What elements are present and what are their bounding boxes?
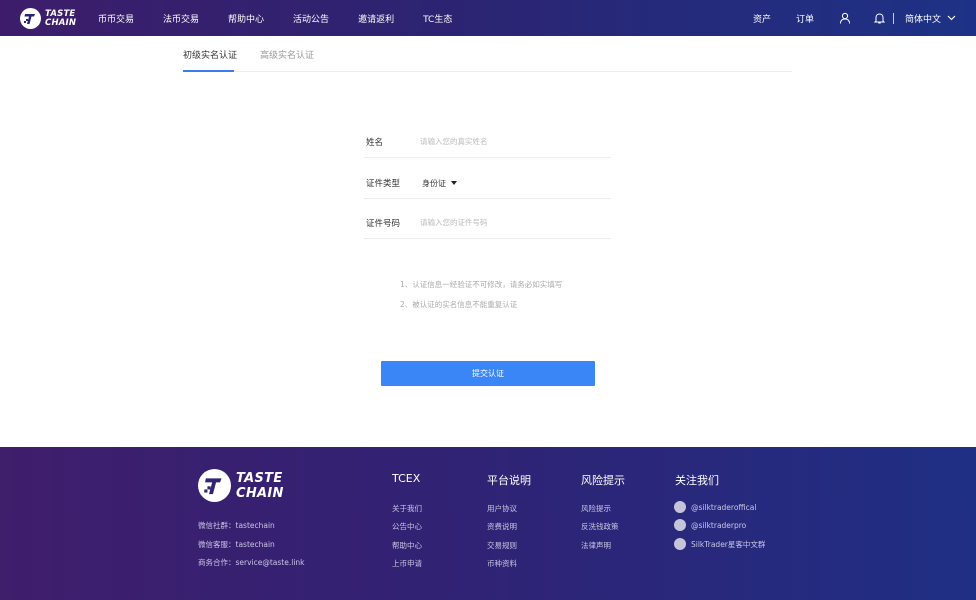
footer-link-coin-info[interactable]: 币种资料: [487, 558, 517, 569]
caret-down-icon[interactable]: [451, 181, 457, 185]
logo-mark-icon: [20, 8, 41, 29]
chevron-down-icon: [947, 15, 956, 21]
id-type-row: 证件类型 身份证: [364, 171, 611, 199]
footer-brand-logo[interactable]: TASTE CHAIN: [198, 469, 284, 502]
nav-item-tc-ecosystem[interactable]: TC生态: [423, 12, 452, 25]
footer-brand-line-2: CHAIN: [236, 485, 284, 501]
social-link-offical[interactable]: @silktraderoffical: [674, 501, 756, 513]
social-handle: @silktraderoffical: [691, 502, 757, 512]
business-contact-info: 商务合作：service@taste.link: [198, 558, 305, 567]
active-tab-indicator: [183, 70, 234, 72]
social-link-chinese-group[interactable]: SilkTrader星客中文群: [674, 538, 765, 550]
footer-link-user-agreement[interactable]: 用户协议: [487, 503, 517, 514]
brand-wordmark: TASTE CHAIN: [45, 9, 77, 28]
footer-link-listing[interactable]: 上币申请: [392, 558, 422, 569]
footer-link-risk-warning[interactable]: 风险提示: [581, 503, 611, 514]
id-type-label: 证件类型: [366, 179, 401, 189]
footer-link-aml-policy[interactable]: 反洗钱政策: [581, 521, 619, 532]
id-number-label: 证件号码: [366, 219, 401, 229]
social-avatar-icon: [674, 538, 686, 550]
footer-link-help[interactable]: 帮助中心: [392, 540, 422, 551]
assets-link[interactable]: 资产: [753, 0, 771, 36]
social-avatar-icon: [674, 501, 686, 513]
footer-col-tcex-title: TCEX: [392, 472, 421, 485]
orders-link[interactable]: 订单: [796, 0, 814, 36]
language-label: 简体中文: [905, 14, 942, 25]
wechat-service-info: 微信客服：tastechain: [198, 540, 275, 549]
language-selector[interactable]: 简体中文: [905, 0, 956, 36]
footer-brand-line-1: TASTE: [236, 470, 283, 486]
header-divider: [893, 0, 894, 36]
name-input[interactable]: [420, 134, 605, 148]
nav-item-coin-trading[interactable]: 币币交易: [98, 12, 134, 25]
nav-item-announcements[interactable]: 活动公告: [293, 12, 329, 25]
footer-link-trading-rules[interactable]: 交易规则: [487, 540, 517, 551]
site-footer: TASTE CHAIN 微信社群：tastechain 微信客服：tastech…: [0, 447, 976, 600]
footer-col-follow-title: 关注我们: [675, 474, 719, 487]
user-icon[interactable]: [839, 0, 851, 36]
name-label: 姓名: [366, 138, 384, 148]
wechat-group-info: 微信社群：tastechain: [198, 521, 275, 530]
social-link-pro[interactable]: @silktraderpro: [674, 519, 746, 531]
brand-logo[interactable]: TASTE CHAIN: [20, 8, 76, 29]
brand-line-2: CHAIN: [45, 17, 77, 28]
notice-line-1: 1、认证信息一经验证不可修改，请务必如实填写: [400, 280, 563, 289]
id-type-select[interactable]: 身份证: [422, 178, 446, 189]
id-number-input[interactable]: [420, 215, 605, 229]
main-nav: 币币交易 法币交易 帮助中心 活动公告 邀请返利 TC生态: [98, 0, 481, 36]
submit-verification-button[interactable]: 提交认证: [381, 361, 595, 386]
footer-link-about[interactable]: 关于我们: [392, 503, 422, 514]
footer-link-announcements[interactable]: 公告中心: [392, 521, 422, 532]
footer-col-risk-title: 风险提示: [581, 474, 625, 487]
name-row: 姓名: [364, 130, 611, 158]
nav-item-referral[interactable]: 邀请返利: [358, 12, 394, 25]
footer-link-legal[interactable]: 法律声明: [581, 540, 611, 551]
footer-col-platform-title: 平台说明: [487, 474, 531, 487]
tab-basic-verification[interactable]: 初级实名认证: [183, 42, 237, 72]
bell-icon[interactable]: [874, 0, 885, 36]
social-handle: SilkTrader星客中文群: [691, 539, 766, 549]
notice-line-2: 2、被认证的实名信息不能重复认证: [400, 300, 518, 309]
tab-advanced-verification[interactable]: 高级实名认证: [260, 42, 314, 72]
top-navbar: TASTE CHAIN 币币交易 法币交易 帮助中心 活动公告 邀请返利 TC生…: [0, 0, 976, 36]
social-avatar-icon: [674, 519, 686, 531]
header-right: 资产 订单 简体中文: [746, 0, 976, 36]
nav-item-help-center[interactable]: 帮助中心: [228, 12, 264, 25]
footer-link-fees[interactable]: 资费说明: [487, 521, 517, 532]
id-number-row: 证件号码: [364, 211, 611, 239]
nav-item-fiat-trading[interactable]: 法币交易: [163, 12, 199, 25]
verification-tabs: 初级实名认证 高级实名认证: [183, 42, 792, 72]
logo-mark-icon: [198, 469, 231, 502]
footer-brand-wordmark: TASTE CHAIN: [236, 471, 284, 501]
social-handle: @silktraderpro: [691, 520, 747, 530]
